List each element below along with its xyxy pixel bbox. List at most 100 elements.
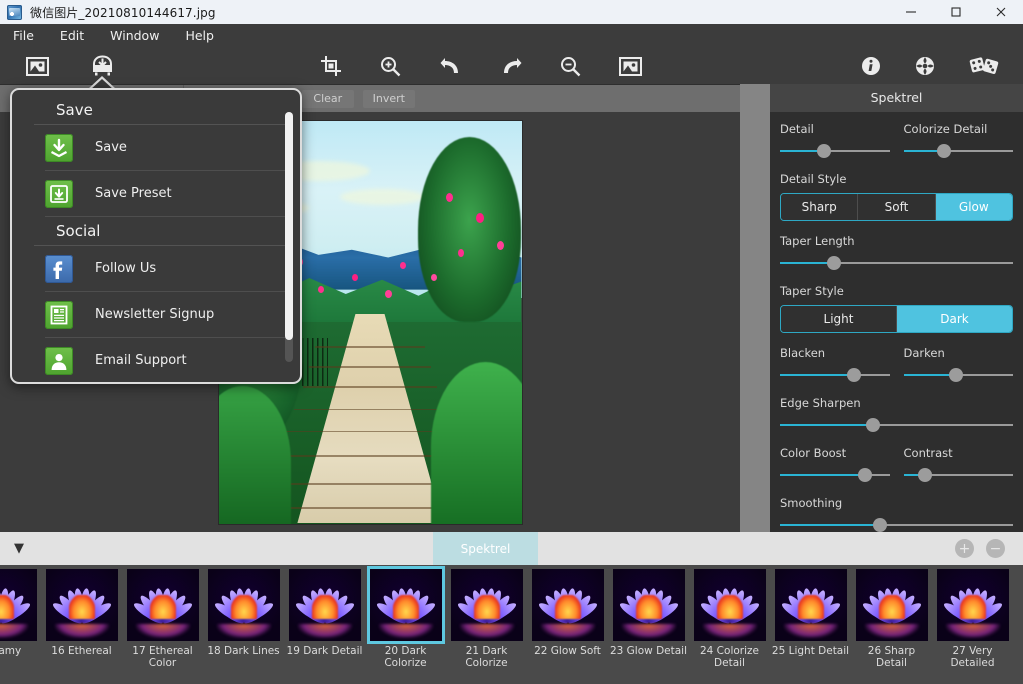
panel-title: Spektrel [770,84,1023,112]
slider-knob[interactable] [858,468,872,482]
colorize-detail-slider[interactable] [904,143,1014,159]
smoothing-slider[interactable] [780,517,1013,533]
blacken-slider[interactable] [780,367,890,383]
photo-cloud [340,189,425,205]
control-taper-length: Taper Length [780,234,1013,271]
preset-thumb-1[interactable]: 16 Ethereal [41,565,122,684]
taper-length-slider[interactable] [780,255,1013,271]
popup-item-save-preset[interactable]: Save Preset [45,171,286,217]
dice-icon[interactable] [960,48,1008,84]
popup-item-save[interactable]: Save [45,125,286,171]
popup-scrollbar[interactable] [285,112,293,362]
preset-thumb-0[interactable]: Dreamy [0,565,41,684]
popup-item-newsletter-signup[interactable]: Newsletter Signup [45,292,286,338]
slider-knob[interactable] [873,518,887,532]
settings-icon[interactable] [901,48,949,84]
menu-help[interactable]: Help [172,24,227,48]
preset-thumb-4[interactable]: 19 Dark Detail [284,565,365,684]
facebook-icon [45,255,73,283]
lily-art [289,569,361,641]
menu-window[interactable]: Window [97,24,172,48]
thumbnail-image [694,569,766,641]
remove-preset-button[interactable]: − [986,539,1005,558]
slider-knob[interactable] [866,418,880,432]
lily-art [46,569,118,641]
preset-filmstrip[interactable]: Dreamy 16 Ethereal [0,565,1023,684]
detail-slider[interactable] [780,143,890,159]
slider-knob[interactable] [817,144,831,158]
preset-thumb-10[interactable]: 25 Light Detail [770,565,851,684]
detail-style-sharp[interactable]: Sharp [781,194,858,220]
popup-item-follow-us[interactable]: Follow Us [45,246,286,292]
fit-image-icon[interactable] [606,48,654,84]
menu-edit[interactable]: Edit [47,24,97,48]
detail-style-glow[interactable]: Glow [936,194,1012,220]
preset-thumb-7[interactable]: 22 Glow Soft [527,565,608,684]
thumbnail-image [208,569,280,641]
control-taper-style: Taper Style Light Dark [780,284,1013,333]
control-label: Blacken [780,346,890,360]
slider-knob[interactable] [949,368,963,382]
lily-art [532,569,604,641]
window-controls [888,0,1023,24]
menu-file[interactable]: File [0,24,47,48]
color-boost-slider[interactable] [780,467,890,483]
undo-icon[interactable] [426,48,474,84]
newsletter-icon [45,301,73,329]
preset-thumb-6[interactable]: 21 Dark Colorize [446,565,527,684]
control-smoothing: Smoothing [780,496,1013,533]
mask-invert-button[interactable]: Invert [363,90,415,108]
control-colorize-detail: Colorize Detail [904,122,1014,159]
edge-sharpen-slider[interactable] [780,417,1013,433]
panel-controls: Detail Colorize Detail [770,112,1023,533]
filmstrip-active-tab[interactable]: Spektrel [433,532,538,565]
slider-fill [780,474,865,476]
filmstrip-toolbar: ▼ Spektrel + − [0,532,1023,565]
image-icon[interactable] [13,48,61,84]
taper-style-light[interactable]: Light [781,306,897,332]
thumbnail-label: 21 Dark Colorize [447,646,526,669]
thumbnail-label: 26 Sharp Detail [852,646,931,669]
maximize-button[interactable] [933,0,978,24]
info-icon[interactable] [847,48,895,84]
popup-scrollbar-thumb[interactable] [285,112,293,340]
close-button[interactable] [978,0,1023,24]
preset-thumb-2[interactable]: 17 Ethereal Color [122,565,203,684]
darken-slider[interactable] [904,367,1014,383]
thumbnail-label: 20 Dark Colorize [366,646,445,669]
control-label: Colorize Detail [904,122,1014,136]
preset-thumb-12[interactable]: 27 Very Detailed [932,565,1013,684]
slider-knob[interactable] [937,144,951,158]
photo-step [285,431,455,433]
preset-thumb-11[interactable]: 26 Sharp Detail [851,565,932,684]
thumbnail-label: 27 Very Detailed [933,646,1012,669]
zoom-out-icon[interactable] [546,48,594,84]
popup-item-email-support[interactable]: Email Support [45,338,286,384]
contrast-slider[interactable] [904,467,1014,483]
zoom-in-icon[interactable] [366,48,414,84]
preset-thumb-8[interactable]: 23 Glow Detail [608,565,689,684]
thumbnail-label: 16 Ethereal [42,646,121,658]
popup-item-label: Follow Us [95,261,156,276]
popup-section-social: Social [34,217,286,246]
add-preset-button[interactable]: + [955,539,974,558]
minimize-button[interactable] [888,0,933,24]
preset-thumb-3[interactable]: 18 Dark Lines [203,565,284,684]
popup-section-save: Save [34,96,286,125]
taper-style-dark[interactable]: Dark [897,306,1012,332]
redo-icon[interactable] [487,48,535,84]
control-row: Detail Colorize Detail [780,122,1013,172]
chevron-down-icon[interactable]: ▼ [0,532,38,565]
preset-thumb-5[interactable]: 20 Dark Colorize [365,565,446,684]
control-row: Blacken Darken [780,346,1013,396]
menu-bar: File Edit Window Help [0,24,1023,48]
slider-knob[interactable] [827,256,841,270]
mask-clear-button[interactable]: Clear [302,90,354,108]
control-label: Detail [780,122,890,136]
preset-thumb-9[interactable]: 24 Colorize Detail [689,565,770,684]
slider-knob[interactable] [847,368,861,382]
detail-style-soft[interactable]: Soft [858,194,935,220]
crop-icon[interactable] [307,48,355,84]
slider-knob[interactable] [918,468,932,482]
thumbnail-image [289,569,361,641]
